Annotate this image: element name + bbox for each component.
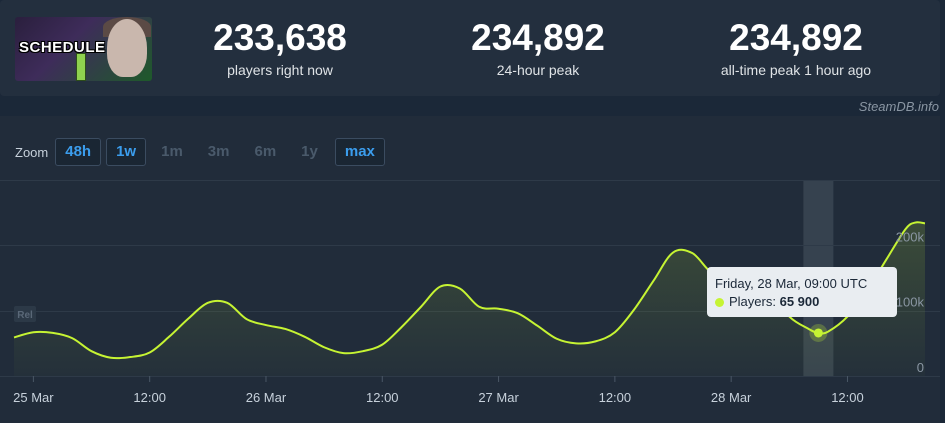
stat-label: players right now: [227, 62, 333, 78]
chart-tooltip: Friday, 28 Mar, 09:00 UTC Players: 65 90…: [707, 267, 897, 317]
stat-label: 24-hour peak: [496, 62, 580, 78]
zoom-label: Zoom: [15, 144, 49, 160]
tooltip-row: Players: 65 900: [715, 294, 819, 309]
stat-value: 234,892: [729, 17, 863, 58]
stat-all-time-peak: 234,892 all-time peak 1 hour ago: [676, 17, 916, 79]
zoom-6m-button[interactable]: 6m: [244, 138, 286, 166]
rel-badge[interactable]: Rel: [17, 310, 33, 321]
hover-point[interactable]: [813, 328, 823, 338]
zoom-1y-button[interactable]: 1y: [291, 138, 328, 166]
logo-bar: [76, 53, 86, 81]
x-tick-label: 26 Mar: [246, 390, 287, 405]
zoom-max-button[interactable]: max: [334, 138, 385, 166]
x-tick-label: 27 Mar: [478, 390, 519, 405]
stat-24h-peak: 234,892 24-hour peak: [418, 17, 658, 79]
x-tick-label: 25 Mar: [13, 390, 54, 405]
steamdb-credit[interactable]: SteamDB.info: [859, 99, 939, 114]
series-dot-icon: [715, 298, 724, 307]
zoom-3m-button[interactable]: 3m: [198, 138, 240, 166]
x-tick-label: 28 Mar: [711, 390, 752, 405]
stat-value: 234,892: [471, 17, 605, 58]
zoom-48h-button[interactable]: 48h: [55, 138, 102, 166]
zoom-1w-button[interactable]: 1w: [106, 138, 147, 166]
y-tick-label: 200k: [896, 229, 925, 244]
stat-label: all-time peak 1 hour ago: [720, 62, 872, 78]
y-tick-label: 0: [917, 360, 924, 375]
game-cover-art[interactable]: SCHEDULE: [15, 17, 152, 81]
y-tick-label: 100k: [896, 295, 925, 310]
character-face: [107, 19, 147, 77]
x-tick-label: 12:00: [831, 390, 864, 405]
tooltip-title: Friday, 28 Mar, 09:00 UTC: [715, 276, 868, 291]
tooltip-value: 65 900: [779, 294, 820, 309]
stat-value: 233,638: [213, 17, 347, 58]
stat-current-players: 233,638 players right now: [160, 17, 400, 79]
zoom-controls: Zoom 48h 1w 1m 3m 6m 1y max: [15, 138, 390, 166]
x-tick-label: 12:00: [133, 390, 166, 405]
zoom-1m-button[interactable]: 1m: [151, 138, 193, 166]
game-logo-text: SCHEDULE: [19, 39, 106, 56]
x-tick-label: 12:00: [366, 390, 399, 405]
tooltip-series-label: Players:: [729, 294, 776, 309]
x-tick-label: 12:00: [599, 390, 632, 405]
stats-header: SCHEDULE 233,638 players right now 234,8…: [0, 0, 940, 96]
